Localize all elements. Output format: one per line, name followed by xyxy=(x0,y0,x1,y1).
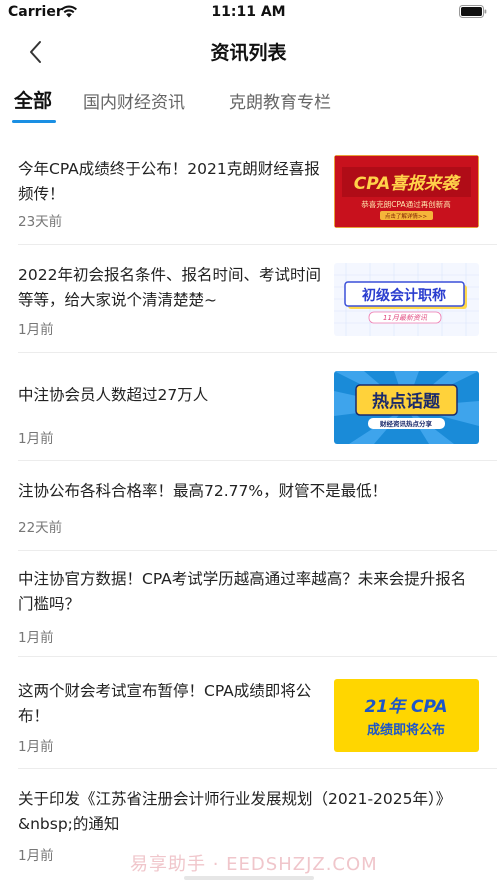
news-title: 关于印发《江苏省注册会计师行业发展规划（2021-2025年）》&nbsp;的通… xyxy=(18,790,452,833)
news-title: 中注协会员人数超过27万人 xyxy=(18,386,209,404)
divider xyxy=(18,656,497,657)
divider xyxy=(18,550,497,551)
thumb-text: 恭喜克朗CPA通过再创新高 xyxy=(361,199,451,209)
news-title: 这两个财会考试宣布暂停！CPA成绩即将公布！ xyxy=(18,682,312,725)
tab-all[interactable]: 全部 xyxy=(14,86,52,113)
divider xyxy=(18,460,497,461)
news-title: 注协公布各科合格率！最高72.77%，财管不是最低！ xyxy=(18,482,388,500)
news-thumbnail: CPA喜报来袭 恭喜克朗CPA通过再创新高 点击了解详情>> xyxy=(334,155,479,228)
status-time: 11:11 AM xyxy=(211,4,286,20)
news-item[interactable]: 今年CPA成绩终于公布！2021克朗财经喜报频传！ 23天前 CPA喜报来袭 恭… xyxy=(0,155,497,245)
news-item[interactable]: 2022年初会报名条件、报名时间、考试时间等等，给大家说个清清楚楚~ 1月前 初… xyxy=(0,263,497,353)
battery-icon xyxy=(459,5,487,18)
thumb-text: 成绩即将公布 xyxy=(367,722,445,738)
thumb-text: CPA喜报来袭 xyxy=(354,174,462,194)
news-thumbnail: 初级会计职称 11月最新资讯 xyxy=(334,263,479,336)
category-tabs: 全部 国内财经资讯 克朗教育专栏 xyxy=(0,84,497,126)
active-tab-indicator xyxy=(12,120,56,123)
thumb-text: 热点话题 xyxy=(372,391,441,412)
news-title: 中注协官方数据！CPA考试学历越高通过率越高？未来会提升报名门槛吗？ xyxy=(18,570,467,613)
news-time: 23天前 xyxy=(18,214,63,230)
news-time: 1月前 xyxy=(18,848,54,864)
thumb-text: 点击了解详情>> xyxy=(385,212,428,220)
news-item[interactable]: 中注协会员人数超过27万人 1月前 热点话题 财经资讯热点分享 xyxy=(0,371,497,461)
watermark: 易享助手 · EEDSHZJZ.COM xyxy=(130,854,378,875)
news-item[interactable]: 注协公布各科合格率！最高72.77%，财管不是最低！ 22天前 xyxy=(0,479,497,551)
nav-bar: 资讯列表 xyxy=(0,26,497,76)
news-time: 1月前 xyxy=(18,431,54,447)
thumb-text: 21年 CPA xyxy=(364,697,447,717)
news-time: 1月前 xyxy=(18,739,54,755)
tab-kelang-column[interactable]: 克朗教育专栏 xyxy=(229,88,331,113)
news-item[interactable]: 这两个财会考试宣布暂停！CPA成绩即将公布！ 1月前 21年 CPA 成绩即将公… xyxy=(0,679,497,769)
news-thumbnail: 热点话题 财经资讯热点分享 xyxy=(334,371,479,444)
thumb-text: 11月最新资讯 xyxy=(383,314,428,322)
news-time: 22天前 xyxy=(18,520,63,536)
home-indicator xyxy=(184,876,314,880)
thumb-text: 初级会计职称 xyxy=(362,287,446,304)
tab-domestic-finance[interactable]: 国内财经资讯 xyxy=(83,88,185,113)
status-bar: Carrier 11:11 AM xyxy=(0,0,497,26)
thumb-text: 财经资讯热点分享 xyxy=(380,419,433,428)
divider xyxy=(18,244,497,245)
news-time: 1月前 xyxy=(18,322,54,338)
divider xyxy=(18,768,497,769)
page-title: 资讯列表 xyxy=(210,42,287,64)
news-thumbnail: 21年 CPA 成绩即将公布 xyxy=(334,679,479,752)
news-title: 今年CPA成绩终于公布！2021克朗财经喜报频传！ xyxy=(18,160,320,203)
divider xyxy=(18,352,497,353)
news-time: 1月前 xyxy=(18,630,54,646)
news-item[interactable]: 中注协官方数据！CPA考试学历越高通过率越高？未来会提升报名门槛吗？ 1月前 xyxy=(0,567,497,657)
news-title: 2022年初会报名条件、报名时间、考试时间等等，给大家说个清清楚楚~ xyxy=(18,266,321,309)
